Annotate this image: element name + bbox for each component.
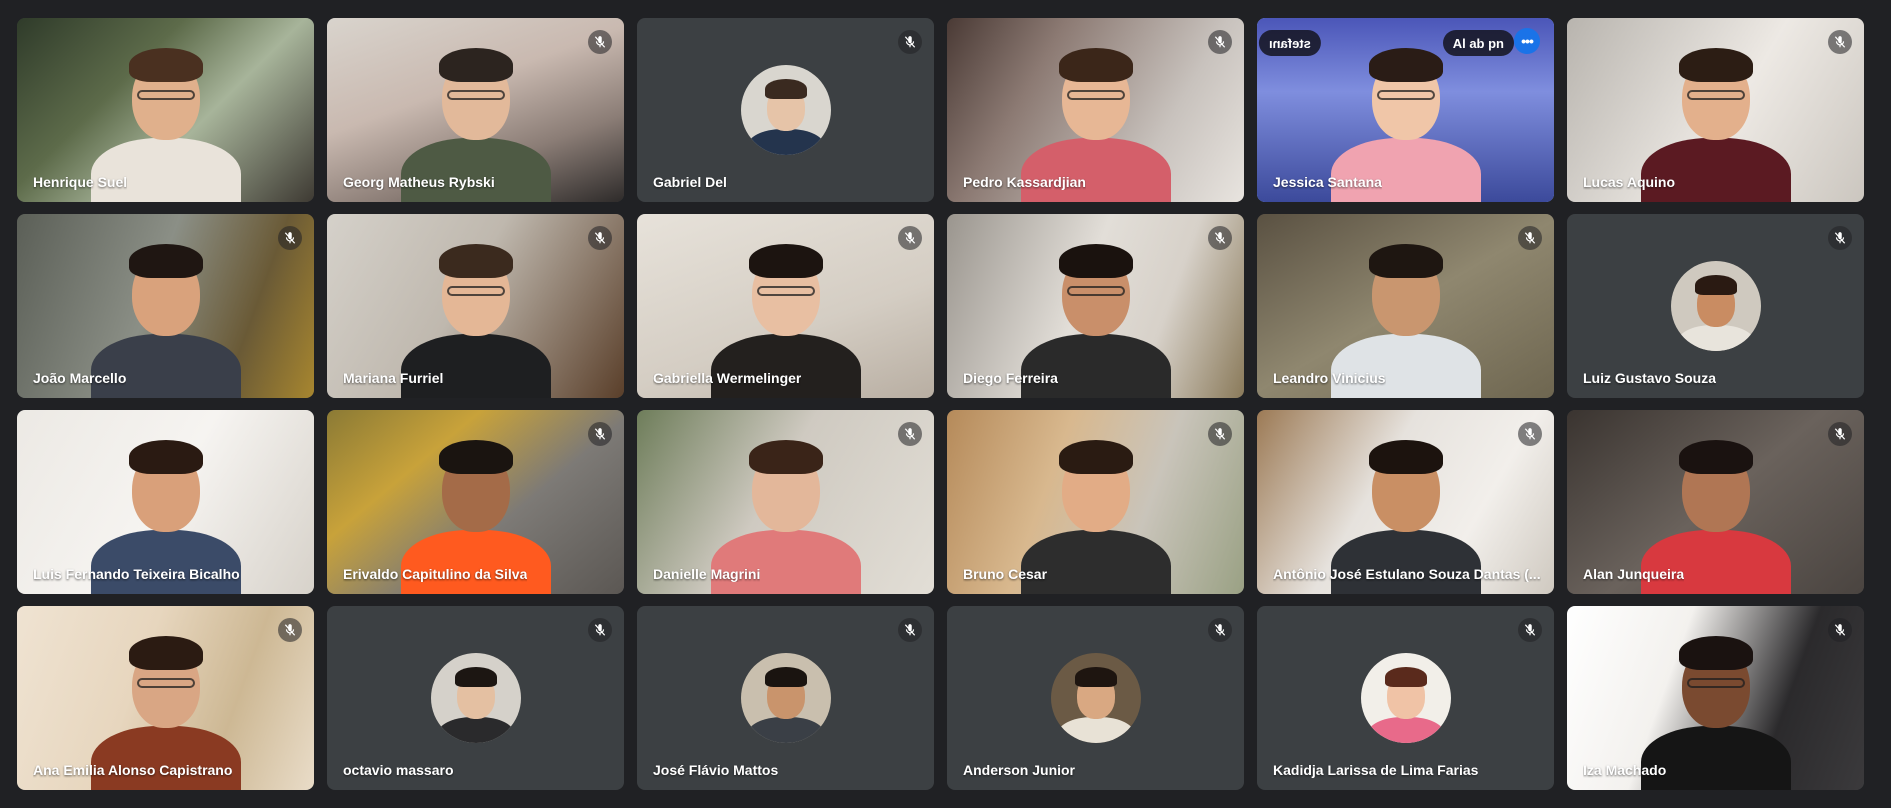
participant-tile[interactable]: Diego Ferreira — [947, 214, 1244, 398]
mic-off-icon — [898, 226, 922, 250]
participant-tile[interactable]: Lucas Aquino — [1567, 18, 1864, 202]
participant-tile[interactable]: Antônio José Estulano Souza Dantas (... — [1257, 410, 1554, 594]
participant-name: José Flávio Mattos — [653, 762, 779, 778]
mic-off-icon — [1208, 30, 1232, 54]
participant-tile[interactable]: Henrique Suel — [17, 18, 314, 202]
participant-tile[interactable]: Georg Matheus Rybski — [327, 18, 624, 202]
participant-tile[interactable]: octavio massaro — [327, 606, 624, 790]
mic-off-icon — [1208, 618, 1232, 642]
participant-tile[interactable]: Mariana Furriel — [327, 214, 624, 398]
mic-off-icon — [898, 422, 922, 446]
participant-name: Antônio José Estulano Souza Dantas (... — [1273, 566, 1541, 582]
mic-off-icon — [1208, 422, 1232, 446]
mic-off-icon — [278, 226, 302, 250]
participant-avatar — [1670, 261, 1761, 351]
participant-tile[interactable]: Luis Fernando Teixeira Bicalho — [17, 410, 314, 594]
participant-name: Georg Matheus Rybski — [343, 174, 495, 190]
participant-tile[interactable]: Bruno Cesar — [947, 410, 1244, 594]
mic-off-icon — [1828, 30, 1852, 54]
participant-name: Jessica Santana — [1273, 174, 1382, 190]
participant-name: Luis Fernando Teixeira Bicalho — [33, 566, 240, 582]
participant-name: Iza Machado — [1583, 762, 1667, 778]
mic-off-icon — [1518, 422, 1542, 446]
mic-off-icon — [898, 30, 922, 54]
participant-tile[interactable]: José Flávio Mattos — [637, 606, 934, 790]
participant-tile[interactable]: Leandro Vinicius — [1257, 214, 1554, 398]
mic-off-icon — [588, 226, 612, 250]
participant-tile[interactable]: Kadidja Larissa de Lima Farias — [1257, 606, 1554, 790]
mic-off-icon — [1828, 422, 1852, 446]
participant-tile[interactable]: Danielle Magrini — [637, 410, 934, 594]
participant-avatar — [1360, 653, 1451, 743]
participant-avatar — [740, 653, 831, 743]
participant-avatar — [430, 653, 521, 743]
participant-name: Gabriella Wermelinger — [653, 370, 802, 386]
participant-name: Ana Emilia Alonso Capistrano — [33, 762, 233, 778]
participant-avatar — [740, 65, 831, 155]
participant-name: Alan Junqueira — [1583, 566, 1685, 582]
mic-off-icon — [588, 618, 612, 642]
participant-tile[interactable]: João Marcello — [17, 214, 314, 398]
participant-name: Leandro Vinicius — [1273, 370, 1386, 386]
participant-tile[interactable]: Iza Machado — [1567, 606, 1864, 790]
participant-name: João Marcello — [33, 370, 127, 386]
participant-tile[interactable]: Gabriel Del — [637, 18, 934, 202]
participant-name: Erivaldo Capitulino da Silva — [343, 566, 528, 582]
participant-tile[interactable]: Alan Junqueira — [1567, 410, 1864, 594]
participant-name: Lucas Aquino — [1583, 174, 1676, 190]
participant-name: Gabriel Del — [653, 174, 727, 190]
mic-off-icon — [1518, 618, 1542, 642]
mic-off-icon — [1828, 226, 1852, 250]
mic-off-icon — [588, 30, 612, 54]
participant-name: Bruno Cesar — [963, 566, 1048, 582]
participant-grid: Henrique Suel Georg Matheus Rybski Gabriel… — [17, 18, 1864, 791]
more-options-icon[interactable]: ••• — [1514, 28, 1540, 54]
mic-off-icon — [1828, 618, 1852, 642]
participant-name: Henrique Suel — [33, 174, 128, 190]
participant-name: octavio massaro — [343, 762, 454, 778]
participant-tile[interactable]: Erivaldo Capitulino da Silva — [327, 410, 624, 594]
participant-avatar — [1050, 653, 1141, 743]
background-banner-left: stefanı — [1259, 30, 1321, 56]
participant-name: Mariana Furriel — [343, 370, 444, 386]
participant-tile[interactable]: Gabriella Wermelinger — [637, 214, 934, 398]
mic-off-icon — [278, 618, 302, 642]
mic-off-icon — [1518, 226, 1542, 250]
participant-tile[interactable]: Luiz Gustavo Souza — [1567, 214, 1864, 398]
participant-tile[interactable]: stefanı Al ab pn ••• Jessica Santana — [1257, 18, 1554, 202]
mic-off-icon — [588, 422, 612, 446]
mic-off-icon — [1208, 226, 1232, 250]
participant-name: Pedro Kassardjian — [963, 174, 1086, 190]
participant-name: Anderson Junior — [963, 762, 1076, 778]
participant-name: Diego Ferreira — [963, 370, 1058, 386]
mic-off-icon — [898, 618, 922, 642]
participant-tile[interactable]: Pedro Kassardjian — [947, 18, 1244, 202]
background-banner-right: Al ab pn — [1442, 30, 1514, 56]
participant-tile[interactable]: Ana Emilia Alonso Capistrano — [17, 606, 314, 790]
participant-tile[interactable]: Anderson Junior — [947, 606, 1244, 790]
participant-name: Luiz Gustavo Souza — [1583, 370, 1717, 386]
participant-name: Danielle Magrini — [653, 566, 761, 582]
participant-name: Kadidja Larissa de Lima Farias — [1273, 762, 1479, 778]
